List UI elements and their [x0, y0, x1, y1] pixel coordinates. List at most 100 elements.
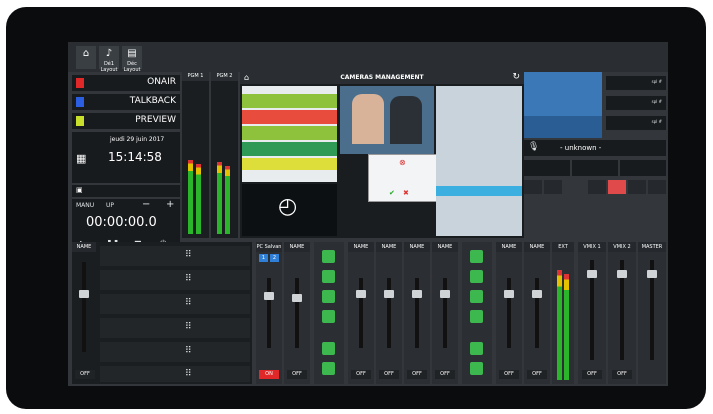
- fader-knob[interactable]: [647, 270, 657, 278]
- fader-knob[interactable]: [384, 290, 394, 298]
- off-button[interactable]: OFF: [527, 370, 547, 379]
- scene-row[interactable]: [242, 110, 337, 124]
- channel-strip-master: MASTER: [638, 242, 666, 384]
- keypad-icon[interactable]: ⠿: [185, 369, 192, 379]
- mute-button[interactable]: [470, 310, 483, 323]
- player-row[interactable]: ⠿: [100, 318, 250, 338]
- fader-knob[interactable]: [617, 270, 627, 278]
- keypad-icon[interactable]: ⠿: [185, 298, 192, 308]
- vmix1-label: VMIX 1: [578, 242, 606, 252]
- cameras-header: ⌂ CAMERAS MANAGEMENT ↻: [240, 72, 524, 84]
- fader-knob[interactable]: [440, 290, 450, 298]
- mute-button[interactable]: [470, 270, 483, 283]
- off-button[interactable]: OFF: [287, 370, 307, 379]
- off-button[interactable]: OFF: [612, 370, 632, 379]
- off-button[interactable]: OFF: [407, 370, 427, 379]
- control-slot[interactable]: [524, 160, 570, 176]
- control-slot[interactable]: spl #: [606, 96, 666, 110]
- fader-knob[interactable]: [587, 270, 597, 278]
- home-icon: ⌂: [82, 48, 90, 59]
- keypad-icon[interactable]: ⠿: [185, 322, 192, 332]
- fader-knob[interactable]: [412, 290, 422, 298]
- layout2-button[interactable]: ▤ Déc Layout: [122, 46, 142, 73]
- mute-button[interactable]: [322, 342, 335, 355]
- channel-strip-vmix2: VMIX 2 OFF: [608, 242, 636, 384]
- mode-talkback[interactable]: TALKBACK: [72, 94, 180, 110]
- mute-button[interactable]: [322, 310, 335, 323]
- keypad-icon[interactable]: ⠿: [185, 346, 192, 356]
- fader-knob[interactable]: [292, 294, 302, 302]
- control-button[interactable]: [588, 180, 606, 194]
- off-button[interactable]: OFF: [499, 370, 519, 379]
- channel-strip: NAME OFF: [496, 242, 522, 384]
- control-slot[interactable]: spl #: [606, 116, 666, 130]
- keypad-icon[interactable]: ⠿: [185, 274, 192, 284]
- off-button[interactable]: OFF: [379, 370, 399, 379]
- off-button[interactable]: OFF: [351, 370, 371, 379]
- date-text: jeudi 29 juin 2017: [110, 136, 165, 143]
- mute-button[interactable]: [470, 250, 483, 263]
- timer-up-button[interactable]: UP: [106, 202, 114, 209]
- refresh-icon[interactable]: ↻: [512, 72, 520, 82]
- tablet-bezel: ⌂ ♪ Dé1 Layout ▤ Déc Layout ONAIR TALKBACK…: [6, 7, 706, 409]
- mode-preview[interactable]: PREVIEW: [72, 113, 180, 129]
- camera-preview: [340, 86, 434, 154]
- control-button[interactable]: [628, 180, 646, 194]
- microphone-icon: 🎙: [528, 142, 540, 152]
- home-button[interactable]: ⌂: [76, 46, 96, 69]
- mute-button[interactable]: [470, 362, 483, 375]
- mode-onair[interactable]: ONAIR: [72, 75, 180, 91]
- route-button[interactable]: 2: [270, 254, 279, 262]
- mute-button[interactable]: [322, 250, 335, 263]
- cancel-icon[interactable]: ✖: [403, 189, 409, 197]
- log-row[interactable]: [436, 186, 522, 196]
- close-icon[interactable]: ⊗: [399, 158, 406, 167]
- control-button-active[interactable]: [608, 180, 626, 194]
- control-button[interactable]: [524, 180, 542, 194]
- mute-button[interactable]: [322, 290, 335, 303]
- scene-row[interactable]: [242, 126, 337, 140]
- timer-minus-button[interactable]: −: [142, 199, 150, 210]
- player-row[interactable]: ⠿: [100, 366, 250, 382]
- mute-button[interactable]: [470, 290, 483, 303]
- mute-button[interactable]: [470, 342, 483, 355]
- scene-row[interactable]: [242, 142, 337, 156]
- timer-plus-button[interactable]: +: [166, 199, 174, 210]
- control-button[interactable]: [648, 180, 666, 194]
- channel-name-label: NAME: [72, 242, 96, 252]
- keypad-icon[interactable]: ⠿: [185, 250, 192, 260]
- player-row[interactable]: ⠿: [100, 270, 250, 290]
- ok-icon[interactable]: ✔: [389, 189, 395, 197]
- player-row[interactable]: ⠿: [100, 342, 250, 362]
- log-list: [436, 86, 522, 236]
- cameras-panel: ⌂ CAMERAS MANAGEMENT ↻ ◴ ⊗ ✔ ✖: [240, 72, 524, 238]
- on-button[interactable]: ON: [259, 370, 279, 379]
- scene-row[interactable]: [242, 94, 337, 108]
- player-row[interactable]: ⠿: [100, 246, 250, 266]
- fader-knob[interactable]: [264, 292, 274, 300]
- fader-knob[interactable]: [504, 290, 514, 298]
- control-slot[interactable]: [620, 160, 666, 176]
- layout1-button[interactable]: ♪ Dé1 Layout: [99, 46, 119, 73]
- mute-column: [462, 242, 492, 384]
- off-button[interactable]: OFF: [435, 370, 455, 379]
- scene-list: [242, 86, 337, 182]
- fader-knob[interactable]: [79, 290, 89, 298]
- control-slot[interactable]: spl #: [606, 76, 666, 90]
- control-slot[interactable]: [572, 160, 618, 176]
- talkback-label: TALKBACK: [129, 96, 176, 106]
- fader-track: [387, 278, 391, 348]
- fader-knob[interactable]: [532, 290, 542, 298]
- mute-button[interactable]: [322, 362, 335, 375]
- mute-button[interactable]: [322, 270, 335, 283]
- channel-name-label: PC Salvan: [256, 242, 282, 252]
- audio-mixer: NAME OFF ⠿ ⠿ ⠿ ⠿ ⠿ ⠿ PC Salvan 1 2 ON NA…: [72, 242, 668, 386]
- fader-knob[interactable]: [356, 290, 366, 298]
- timer-manu-button[interactable]: MANU: [76, 202, 94, 209]
- player-row[interactable]: ⠿: [100, 294, 250, 314]
- off-button[interactable]: OFF: [582, 370, 602, 379]
- off-button[interactable]: OFF: [75, 370, 95, 379]
- scene-row[interactable]: [242, 158, 337, 170]
- route-button[interactable]: 1: [259, 254, 268, 262]
- control-button[interactable]: [544, 180, 562, 194]
